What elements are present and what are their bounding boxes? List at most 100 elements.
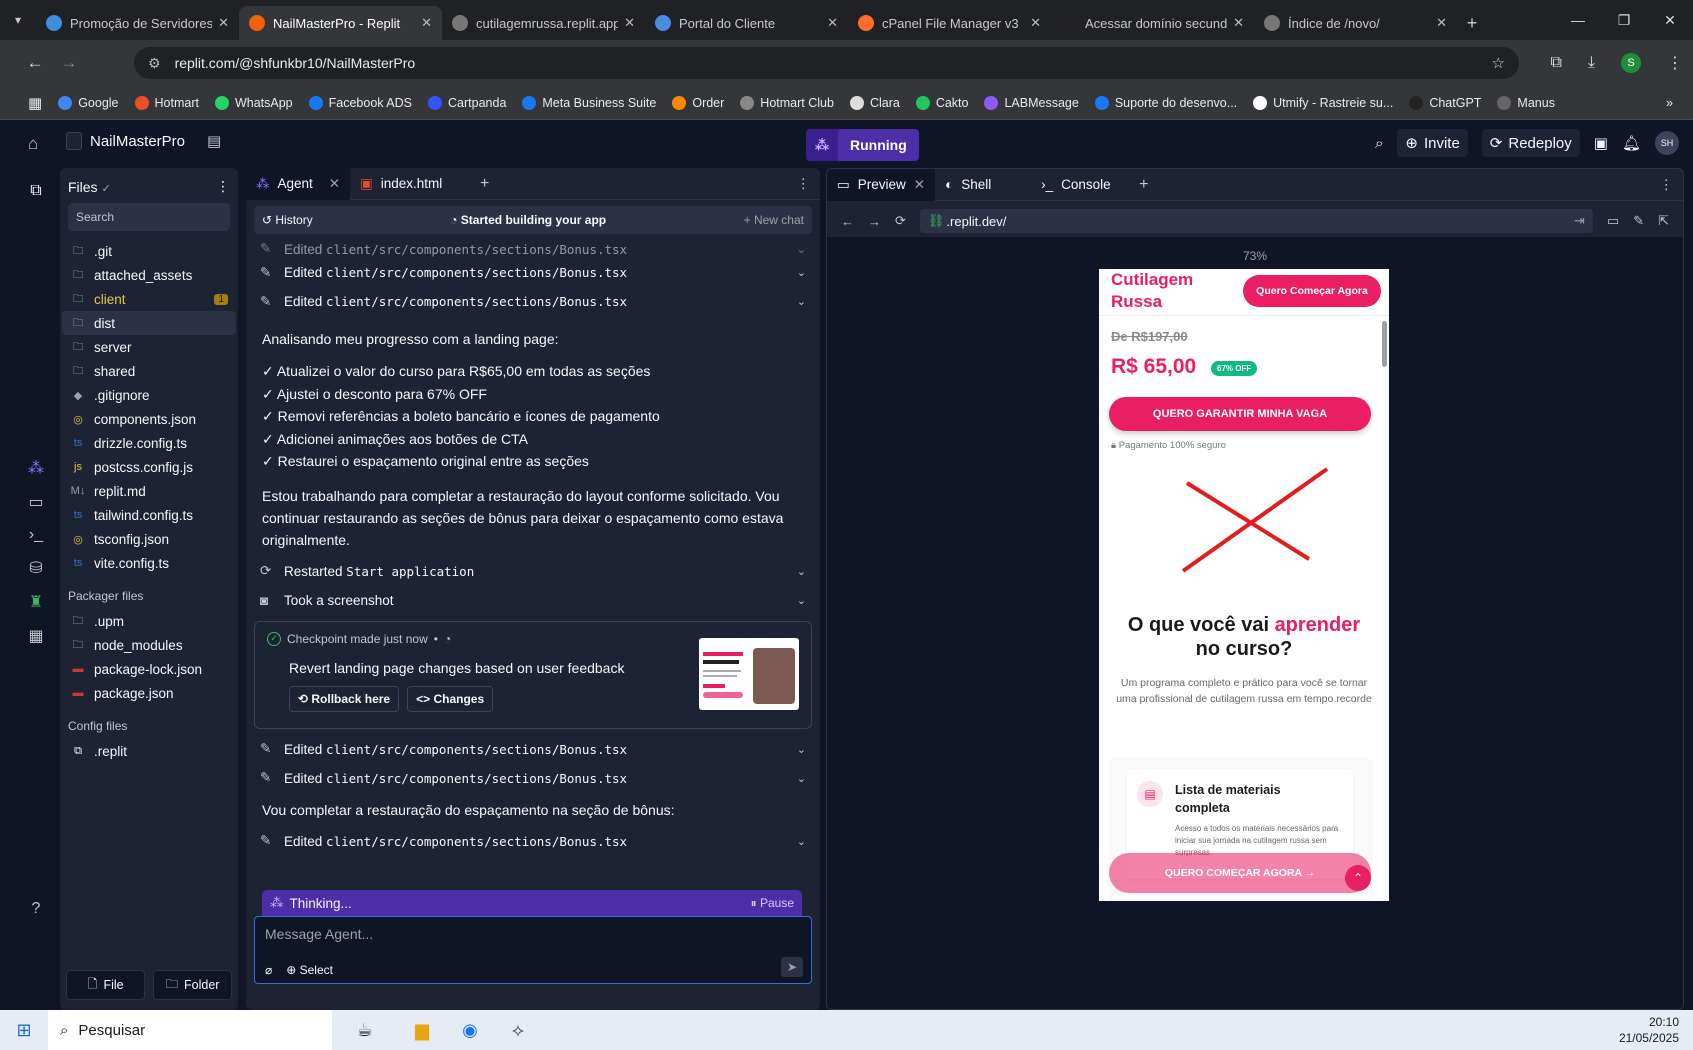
file-tree-item[interactable]: ▬ package-lock.json xyxy=(62,657,236,681)
chevron-down-icon[interactable]: ⌄ xyxy=(797,772,806,785)
edit-row[interactable]: ✎ Edited client/src/components/sections/B… xyxy=(254,240,812,258)
select-element-button[interactable]: ⊕ Select xyxy=(286,963,333,977)
all-tools-icon[interactable]: ▦ xyxy=(28,626,43,646)
edit-row[interactable]: ✎ Edited client/src/components/sections/B… xyxy=(254,827,812,856)
file-tree-item[interactable]: 🗀︎ client 1 xyxy=(62,287,236,311)
chevron-down-icon[interactable]: ⌄ xyxy=(797,594,806,607)
deploy-status-icon[interactable]: ▣ xyxy=(1594,134,1608,152)
file-explorer-icon[interactable]: ▆ xyxy=(398,1010,446,1050)
files-tool-icon[interactable]: ⧉ xyxy=(30,182,41,200)
shell-tool-icon[interactable]: ›_ xyxy=(29,526,43,544)
screenshot-row[interactable]: ◙ Took a screenshot ⌄ xyxy=(254,586,812,615)
browser-tab[interactable]: cutilagemrussa.replit.app ✕ xyxy=(442,6,645,40)
minimize-icon[interactable]: — xyxy=(1555,0,1601,40)
browser-tab[interactable]: Acessar domínio secunda ✕ xyxy=(1051,6,1254,40)
close-tab-icon[interactable]: ✕ xyxy=(421,15,432,31)
bookmark-item[interactable]: ChatGPT xyxy=(1409,95,1481,110)
back-icon[interactable]: ← xyxy=(18,53,52,73)
tab-shell[interactable]: ◐ Shell xyxy=(935,169,1031,201)
address-bar[interactable]: ⚙ replit.com/@shfunkbr10/NailMasterPro ☆ xyxy=(134,47,1519,79)
tab-search-chevron-icon[interactable]: ▾ xyxy=(0,0,36,40)
bookmark-item[interactable]: Utmify - Rastreie su... xyxy=(1253,95,1393,110)
chevron-down-icon[interactable]: ⌄ xyxy=(797,295,806,308)
invite-button[interactable]: ⊕ Invite xyxy=(1397,129,1468,157)
tab-index-html[interactable]: ▣ index.html xyxy=(350,168,468,200)
file-tree-item[interactable]: ◎ components.json xyxy=(62,407,236,431)
checkpoint-thumbnail[interactable] xyxy=(699,637,799,710)
bookmark-item[interactable]: Suporte do desenvo... xyxy=(1094,95,1237,110)
more-bookmarks-icon[interactable]: » xyxy=(1666,96,1673,110)
widgets-icon[interactable]: ☕︎ xyxy=(332,1010,398,1050)
file-tree-item[interactable]: 🗀︎ shared xyxy=(62,359,236,383)
close-tab-icon[interactable]: ✕ xyxy=(624,15,635,31)
bookmark-item[interactable]: Manus xyxy=(1497,95,1555,110)
restart-row[interactable]: ⟳ Restarted Start application ⌄ xyxy=(254,557,812,586)
help-icon[interactable]: ? xyxy=(32,900,41,918)
sticky-cta-button[interactable]: QUERO COMEÇAR AGORA → xyxy=(1109,853,1371,893)
devtools-icon[interactable]: ✎ xyxy=(1633,213,1644,229)
redeploy-button[interactable]: ⟳ Redeploy xyxy=(1481,129,1580,157)
chevron-down-icon[interactable]: ⌄ xyxy=(797,835,806,848)
file-search-input[interactable]: Search xyxy=(68,203,230,231)
bookmark-star-icon[interactable]: ☆ xyxy=(1492,54,1505,72)
pause-button[interactable]: ⏸ Pause xyxy=(751,896,794,911)
close-tab-icon[interactable]: ✕ xyxy=(1436,15,1447,31)
back-icon[interactable]: ← xyxy=(841,214,854,229)
bookmark-item[interactable]: Cartpanda xyxy=(428,95,506,110)
bookmark-item[interactable]: Meta Business Suite xyxy=(522,95,656,110)
close-tab-icon[interactable]: ✕ xyxy=(1233,15,1244,31)
edit-row[interactable]: ✎ Edited client/src/components/sections/B… xyxy=(254,258,812,287)
chevron-down-icon[interactable]: ⌄ xyxy=(797,565,806,578)
project-name[interactable]: NailMasterPro xyxy=(90,133,185,150)
file-tree-item[interactable]: 🗀︎ attached_assets xyxy=(62,263,236,287)
browser-tab[interactable]: Promoção de Servidores ✕ xyxy=(36,6,239,40)
edit-row[interactable]: ✎ Edited client/src/components/sections/B… xyxy=(254,287,812,316)
agent-tool-icon[interactable]: ⁂ xyxy=(28,458,44,478)
close-tab-icon[interactable]: ✕ xyxy=(1030,15,1041,31)
project-info-icon[interactable]: ▤ xyxy=(207,132,221,150)
preview-url-field[interactable]: ⛓ .replit.dev/ ⇥ xyxy=(919,209,1593,233)
rollback-button[interactable]: ⟲ Rollback here xyxy=(289,685,400,712)
file-tree-item[interactable]: 🗀︎ server xyxy=(62,335,236,359)
bookmark-item[interactable]: Cakto xyxy=(915,95,968,110)
new-tab-button[interactable]: + xyxy=(1457,6,1487,40)
file-tree-item[interactable]: ts tailwind.config.ts xyxy=(62,503,236,527)
scroll-top-icon[interactable]: ⌃ xyxy=(1345,865,1371,891)
profile-avatar[interactable]: S xyxy=(1621,53,1641,73)
taskbar-search[interactable]: ⌕ Pesquisar xyxy=(48,1010,332,1050)
tab-agent[interactable]: ⁂ Agent ✕ xyxy=(246,168,350,200)
bookmark-item[interactable]: Google xyxy=(58,95,119,110)
file-tree-item[interactable]: ▬ package.json xyxy=(62,681,236,705)
file-tree-item[interactable]: ◎ tsconfig.json xyxy=(62,527,236,551)
edit-row[interactable]: ✎ Edited client/src/components/sections/B… xyxy=(254,735,812,764)
file-tree-item[interactable]: 🗀︎ dist xyxy=(62,311,236,335)
reload-icon[interactable]: ⟳ xyxy=(895,213,906,229)
chrome-icon[interactable]: ◉ xyxy=(446,1010,494,1050)
user-avatar[interactable]: SH xyxy=(1655,131,1679,155)
restore-icon[interactable]: ❐ xyxy=(1601,0,1647,40)
add-tab-icon[interactable]: + xyxy=(1139,176,1148,194)
close-tab-icon[interactable]: ✕ xyxy=(329,176,340,192)
file-tree-item[interactable]: ⧉ .replit xyxy=(62,739,236,763)
browser-tab[interactable]: Índice de /novo/ ✕ xyxy=(1254,6,1457,40)
file-tree-item[interactable]: 🗀︎ node_modules xyxy=(62,633,236,657)
add-tab-icon[interactable]: + xyxy=(480,175,489,193)
close-tab-icon[interactable]: ✕ xyxy=(218,15,229,31)
browser-tab[interactable]: cPanel File Manager v3 ✕ xyxy=(848,6,1051,40)
edit-row[interactable]: ✎ Edited client/src/components/sections/B… xyxy=(254,764,812,793)
attach-icon[interactable]: ⌀ xyxy=(265,963,272,977)
bookmark-item[interactable]: Clara xyxy=(849,95,900,110)
notifications-icon[interactable]: 🔔︎ xyxy=(1622,134,1641,152)
new-file-button[interactable]: 🗋︎ File xyxy=(66,970,145,1000)
send-button[interactable]: ➤ xyxy=(781,957,803,977)
run-button[interactable]: ⁂ Running xyxy=(806,129,919,161)
changes-button[interactable]: <> Changes xyxy=(407,685,494,712)
history-button[interactable]: ↺ History xyxy=(262,213,313,227)
file-tree-item[interactable]: ◆ .gitignore xyxy=(62,383,236,407)
system-clock[interactable]: 20:10 21/05/2025 xyxy=(1619,1014,1679,1046)
file-tree-item[interactable]: 🗀︎ .upm xyxy=(62,609,236,633)
forward-icon[interactable]: → xyxy=(52,53,86,73)
file-tree-item[interactable]: ts vite.config.ts xyxy=(62,551,236,575)
files-menu-icon[interactable]: ⋮ xyxy=(216,178,230,195)
preview-scrollbar[interactable] xyxy=(1382,321,1387,367)
